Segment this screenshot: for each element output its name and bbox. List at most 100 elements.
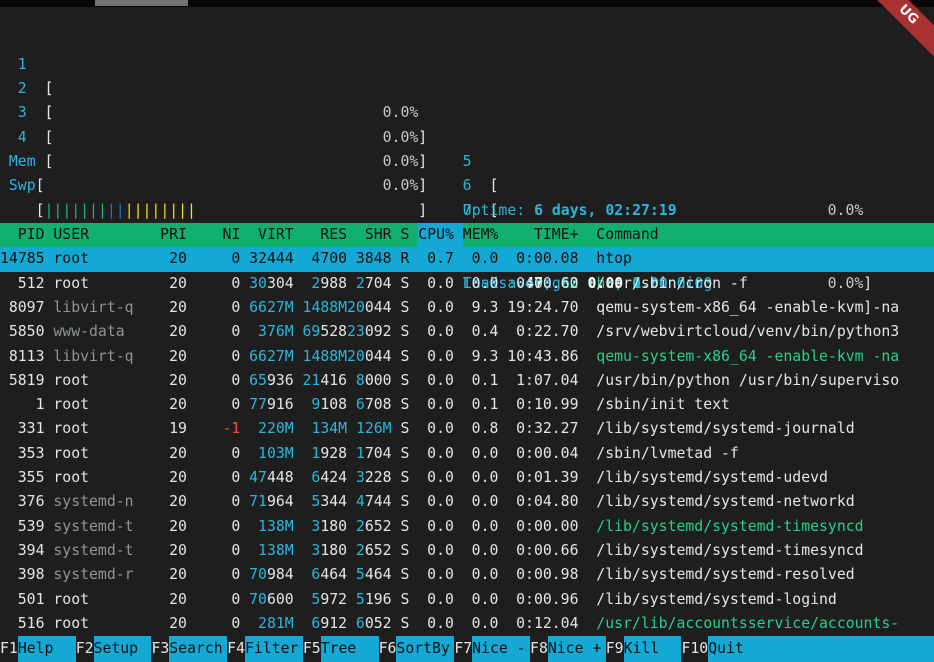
mem-cell: 0.0 — [463, 490, 499, 514]
table-row[interactable]: 5850 www-data 20 0 376M 69528 23092 S 0.… — [0, 320, 934, 344]
virt-cell: 220M — [240, 417, 293, 441]
header-time[interactable]: TIME+ — [507, 223, 578, 247]
pri-cell: 20 — [142, 247, 187, 271]
state-cell: S — [401, 490, 410, 514]
f10-key[interactable]: F10 — [681, 636, 708, 662]
f7-key[interactable]: F7 — [454, 636, 472, 662]
pri-cell: 20 — [142, 369, 187, 393]
header-state[interactable]: S — [401, 223, 410, 247]
pri-cell: 20 — [142, 466, 187, 490]
f3-key[interactable]: F3 — [151, 636, 169, 662]
table-row[interactable]: 376 systemd-n 20 0 71964 5344 4744 S 0.0… — [0, 490, 934, 514]
state-cell: S — [401, 296, 410, 320]
f1-help-button[interactable]: Help — [18, 636, 76, 662]
command-cell: /usr/bin/python /usr/bin/superviso — [596, 369, 933, 393]
pid-cell: 355 — [0, 466, 45, 490]
table-row[interactable]: 501 root 20 0 70600 5972 5196 S 0.0 0.0 … — [0, 588, 934, 612]
shr-cell: 126M — [338, 417, 391, 441]
table-row[interactable]: 1 root 20 0 77916 9108 6708 S 0.0 0.1 0:… — [0, 393, 934, 417]
virt-cell: 47448 — [240, 466, 293, 490]
user-cell: root — [53, 588, 151, 612]
command-cell: /lib/systemd/systemd-journald — [596, 417, 933, 441]
mem-cell: 0.0 — [463, 515, 499, 539]
header-shr[interactable]: SHR — [338, 223, 391, 247]
f8-nice-plus-button[interactable]: Nice + — [548, 636, 606, 662]
header-user[interactable]: USER — [53, 223, 151, 247]
user-cell: systemd-n — [53, 490, 151, 514]
header-pri[interactable]: PRI — [142, 223, 187, 247]
user-cell: root — [53, 417, 151, 441]
time-cell: 0:00.98 — [507, 563, 578, 587]
f10-quit-button[interactable]: Quit — [708, 636, 934, 662]
header-cpu-sort-active[interactable]: CPU% — [418, 223, 463, 247]
shr-cell: 20044 — [338, 296, 391, 320]
cpu-cell: 0.0 — [409, 320, 454, 344]
ni-cell: 0 — [196, 345, 241, 369]
mem-meter-line: Mem [ ||||||||||||||||| 2.11G/15.6G ] Ta… — [0, 126, 934, 150]
table-row[interactable]: 398 systemd-r 20 0 70984 6464 5464 S 0.0… — [0, 563, 934, 587]
virt-cell: 376M — [240, 320, 293, 344]
f2-key[interactable]: F2 — [76, 636, 94, 662]
header-virt[interactable]: VIRT — [240, 223, 293, 247]
uptime-value: 6 days, 02:27:19 — [534, 202, 677, 219]
time-cell: 0:00.66 — [507, 539, 578, 563]
ni-cell: 0 — [196, 393, 241, 417]
header-mem[interactable]: MEM% — [463, 223, 499, 247]
header-ni[interactable]: NI — [196, 223, 241, 247]
header-pid[interactable]: PID — [0, 223, 45, 247]
f4-filter-button[interactable]: Filter — [245, 636, 303, 662]
table-row[interactable]: 394 systemd-t 20 0 138M 3180 2652 S 0.0 … — [0, 539, 934, 563]
table-row[interactable]: 353 root 20 0 103M 1928 1704 S 0.0 0.0 0… — [0, 442, 934, 466]
pri-cell: 20 — [142, 612, 187, 636]
shr-cell: 23092 — [338, 320, 391, 344]
time-cell: 0:00.04 — [507, 442, 578, 466]
table-row[interactable]: 5819 root 20 0 65936 21416 8000 S 0.0 0.… — [0, 369, 934, 393]
mem-cell: 9.3 — [463, 345, 499, 369]
table-row[interactable]: 512 root 20 0 30304 2988 2704 S 0.0 0.0 … — [0, 272, 934, 296]
header-command[interactable]: Command — [596, 223, 933, 247]
pri-cell: 20 — [142, 320, 187, 344]
table-row[interactable]: 8097 libvirt-q 20 0 6627M 1488M 20044 S … — [0, 296, 934, 320]
table-row[interactable]: 8113 libvirt-q 20 0 6627M 1488M 20044 S … — [0, 345, 934, 369]
swap-meter-line: Swp [ 0K/976M ] Load average: 0.00 0.00 … — [0, 150, 934, 174]
f2-setup-button[interactable]: Setup — [94, 636, 152, 662]
user-cell: root — [53, 369, 151, 393]
table-row[interactable]: 14785 root 20 0 32444 4700 3848 R 0.7 0.… — [0, 247, 934, 271]
user-cell: root — [53, 247, 151, 271]
pri-cell: 20 — [142, 539, 187, 563]
f4-key[interactable]: F4 — [227, 636, 245, 662]
f8-key[interactable]: F8 — [530, 636, 548, 662]
table-row[interactable]: 539 systemd-t 20 0 138M 3180 2652 S 0.0 … — [0, 515, 934, 539]
meter-open-bracket: [ — [36, 199, 45, 223]
f1-key[interactable]: F1 — [0, 636, 18, 662]
f6-key[interactable]: F6 — [379, 636, 397, 662]
ni-cell: 0 — [196, 320, 241, 344]
user-cell: root — [53, 466, 151, 490]
f7-nice-minus-button[interactable]: Nice - — [472, 636, 530, 662]
f3-search-button[interactable]: Search — [169, 636, 227, 662]
cpu-meter-line-2: 2 [ 0.0% ] 6 [ 0.0% ] — [0, 53, 934, 77]
f9-key[interactable]: F9 — [606, 636, 624, 662]
f6-sortby-button[interactable]: SortBy — [396, 636, 454, 662]
table-row[interactable]: 516 root 20 0 281M 6912 6052 S 0.0 0.0 0… — [0, 612, 934, 636]
f5-key[interactable]: F5 — [303, 636, 321, 662]
state-cell: S — [401, 588, 410, 612]
cpu-meter-line-4: 4 [ 0.0% ] 8 [ 0.0% ] — [0, 102, 934, 126]
cpu-cell: 0.0 — [409, 345, 454, 369]
virt-cell: 65936 — [240, 369, 293, 393]
f5-tree-button[interactable]: Tree — [321, 636, 379, 662]
table-row[interactable]: 355 root 20 0 47448 6424 3228 S 0.0 0.0 … — [0, 466, 934, 490]
cpu-cell: 0.7 — [409, 247, 454, 271]
command-cell: /lib/systemd/systemd-logind — [596, 588, 933, 612]
pri-cell: 20 — [142, 345, 187, 369]
ni-cell: 0 — [196, 247, 241, 271]
f9-kill-button[interactable]: Kill — [624, 636, 682, 662]
pid-cell: 8097 — [0, 296, 45, 320]
command-cell: qemu-system-x86_64 -enable-kvm -na — [596, 296, 933, 320]
htop-terminal: UG 1 [ 0.0% ] 5 [ 0.0% ] 2 [ 0.0% ] 6 [ … — [0, 0, 934, 662]
table-row[interactable]: 331 root 19 -1 220M 134M 126M S 0.0 0.8 … — [0, 417, 934, 441]
ni-cell: 0 — [196, 588, 241, 612]
pid-cell: 512 — [0, 272, 45, 296]
command-cell: /lib/systemd/systemd-udevd — [596, 466, 933, 490]
time-cell: 19:24.70 — [507, 296, 578, 320]
